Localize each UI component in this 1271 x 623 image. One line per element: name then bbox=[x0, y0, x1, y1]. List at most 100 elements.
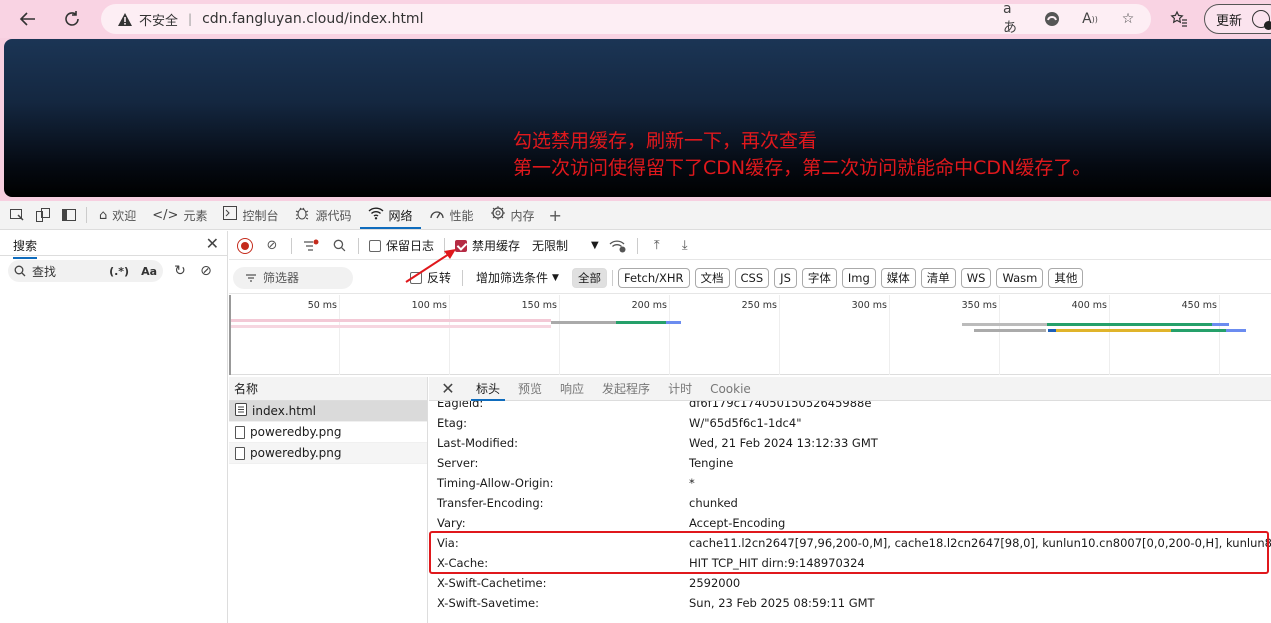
toolbar-divider-2 bbox=[358, 237, 359, 254]
refresh-search-icon[interactable]: ↻ bbox=[171, 263, 189, 279]
close-icon[interactable]: ✕ bbox=[429, 379, 467, 398]
header-key: Transfer-Encoding: bbox=[437, 496, 544, 510]
search-network-icon[interactable] bbox=[330, 237, 348, 255]
preserve-log-label: 保留日志 bbox=[386, 239, 435, 253]
filter-input[interactable]: 筛选器 bbox=[233, 266, 353, 289]
chevron-down-icon: ▼ bbox=[591, 240, 599, 251]
filter-chip-ws[interactable]: WS bbox=[960, 267, 992, 288]
tab-welcome-label: 欢迎 bbox=[112, 208, 137, 223]
search-panel-header: 搜索 ✕ bbox=[0, 231, 227, 259]
network-conditions-icon[interactable] bbox=[609, 237, 627, 255]
timeline-overview[interactable]: 50 ms 100 ms 150 ms 200 ms 250 ms 300 ms… bbox=[229, 295, 1271, 375]
name-column-header[interactable]: 名称 bbox=[229, 377, 427, 401]
request-row[interactable]: index.html bbox=[229, 401, 427, 422]
timeline-tick: 50 ms bbox=[308, 295, 340, 375]
read-aloud-icon[interactable]: A)) bbox=[1079, 9, 1101, 29]
import-har-icon[interactable]: ⤒ bbox=[648, 237, 666, 255]
back-button[interactable] bbox=[13, 5, 43, 33]
waterfall-bar bbox=[1212, 323, 1229, 326]
waterfall-bar bbox=[1226, 329, 1246, 332]
request-row[interactable]: poweredby.png bbox=[229, 443, 427, 464]
memory-icon bbox=[490, 205, 506, 225]
header-value: chunked bbox=[689, 496, 738, 510]
header-value: HIT TCP_HIT dirn:9:148970324 bbox=[689, 556, 865, 570]
header-row: Eagleid: df6f179c17405015052645988e bbox=[429, 401, 1271, 413]
tab-welcome[interactable]: ⌂ 欢迎 bbox=[91, 201, 144, 229]
update-button[interactable]: 更新 bbox=[1204, 4, 1271, 34]
disable-cache-box[interactable] bbox=[455, 239, 468, 252]
tab-headers[interactable]: 标头 bbox=[467, 377, 509, 401]
device-emulation-icon[interactable] bbox=[30, 201, 56, 229]
throttle-select[interactable]: 无限制 ▼ bbox=[532, 237, 599, 254]
tab-memory[interactable]: 内存 bbox=[482, 201, 543, 229]
url-text[interactable]: cdn.fangluyan.cloud/index.html bbox=[202, 11, 423, 27]
close-icon[interactable]: ✕ bbox=[206, 234, 219, 253]
tab-initiator[interactable]: 发起程序 bbox=[593, 377, 659, 401]
favorites-icon[interactable] bbox=[1166, 6, 1192, 32]
warning-icon[interactable] bbox=[117, 11, 133, 27]
filter-chip-manifest[interactable]: 清单 bbox=[920, 267, 956, 288]
export-har-icon[interactable]: ⤓ bbox=[676, 237, 694, 255]
insecure-label[interactable]: 不安全 bbox=[139, 10, 178, 29]
filter-chip-other[interactable]: 其他 bbox=[1048, 267, 1084, 288]
waterfall-bar bbox=[231, 319, 551, 322]
header-key: Via: bbox=[437, 536, 459, 550]
header-row: Vary: Accept-Encoding bbox=[429, 513, 1271, 533]
filter-icon bbox=[246, 273, 256, 282]
record-button[interactable] bbox=[237, 237, 253, 254]
add-tab-button[interactable]: + bbox=[543, 201, 568, 229]
header-row: Timing-Allow-Origin: * bbox=[429, 473, 1271, 493]
clear-search-icon[interactable]: ⊘ bbox=[197, 263, 215, 279]
refresh-button[interactable] bbox=[57, 5, 87, 33]
tab-elements[interactable]: </> 元素 bbox=[144, 201, 215, 229]
favorite-star-icon[interactable]: ☆ bbox=[1117, 9, 1139, 29]
tab-performance[interactable]: 性能 bbox=[421, 201, 482, 229]
filter-chip-all[interactable]: 全部 bbox=[571, 267, 607, 288]
match-case-toggle[interactable]: Aa bbox=[141, 265, 157, 278]
filter-chip-doc[interactable]: 文档 bbox=[694, 267, 730, 288]
tab-cookies[interactable]: Cookie bbox=[701, 377, 760, 401]
disable-cache-checkbox[interactable]: 禁用缓存 bbox=[455, 237, 520, 254]
filter-chip-fetch-xhr[interactable]: Fetch/XHR bbox=[617, 267, 690, 288]
search-input-label: 查找 bbox=[32, 264, 57, 279]
tab-preview[interactable]: 预览 bbox=[509, 377, 551, 401]
tab-sources-label: 源代码 bbox=[315, 208, 352, 223]
preserve-log-box[interactable] bbox=[369, 239, 381, 252]
filter-toggle-icon[interactable] bbox=[302, 237, 320, 255]
timeline-tick: 300 ms bbox=[852, 295, 890, 375]
address-bar[interactable]: 不安全 | cdn.fangluyan.cloud/index.html aあ … bbox=[101, 1, 1151, 36]
regex-toggle[interactable]: (.*) bbox=[109, 265, 129, 278]
header-row-via: Via: cache11.l2cn2647[97,96,200-0,M], ca… bbox=[429, 533, 1271, 553]
tab-network[interactable]: 网络 bbox=[359, 201, 421, 229]
inspect-icon[interactable] bbox=[4, 201, 30, 229]
timeline-tick: 350 ms bbox=[962, 295, 1000, 375]
filter-chip-media[interactable]: 媒体 bbox=[880, 267, 916, 288]
filter-chip-img[interactable]: Img bbox=[841, 267, 876, 288]
filter-chip-wasm[interactable]: Wasm bbox=[996, 267, 1044, 288]
filter-chip-css[interactable]: CSS bbox=[734, 267, 770, 288]
sidebar-toggle-icon[interactable] bbox=[56, 201, 82, 229]
invert-box[interactable] bbox=[410, 271, 422, 284]
plus-icon: + bbox=[548, 205, 562, 225]
preserve-log-checkbox[interactable]: 保留日志 bbox=[369, 237, 434, 254]
filter-chip-js[interactable]: JS bbox=[774, 267, 797, 288]
address-separator: | bbox=[188, 12, 193, 26]
filter-chip-font[interactable]: 字体 bbox=[801, 267, 837, 288]
tab-timing[interactable]: 计时 bbox=[659, 377, 701, 401]
invert-checkbox[interactable]: 反转 bbox=[410, 269, 451, 286]
request-row[interactable]: poweredby.png bbox=[229, 422, 427, 443]
search-tab[interactable]: 搜索 bbox=[13, 237, 38, 259]
tab-console[interactable]: 控制台 bbox=[215, 201, 286, 229]
search-row: 查找 (.*) Aa ↻ ⊘ bbox=[8, 260, 226, 282]
waterfall-bar bbox=[962, 323, 1047, 326]
clear-log-icon[interactable]: ⊘ bbox=[263, 237, 281, 255]
tab-response[interactable]: 响应 bbox=[551, 377, 593, 401]
edge-extension-icon[interactable] bbox=[1041, 9, 1063, 29]
waterfall-bar bbox=[1171, 329, 1226, 332]
header-value: Tengine bbox=[689, 456, 734, 470]
header-key: Etag: bbox=[437, 416, 467, 430]
tab-sources[interactable]: 源代码 bbox=[286, 201, 359, 229]
search-input[interactable]: 查找 (.*) Aa bbox=[8, 260, 163, 282]
more-filters-dropdown[interactable]: 增加筛选条件 ▼ bbox=[476, 269, 559, 286]
translate-icon[interactable]: aあ bbox=[1003, 1, 1025, 36]
